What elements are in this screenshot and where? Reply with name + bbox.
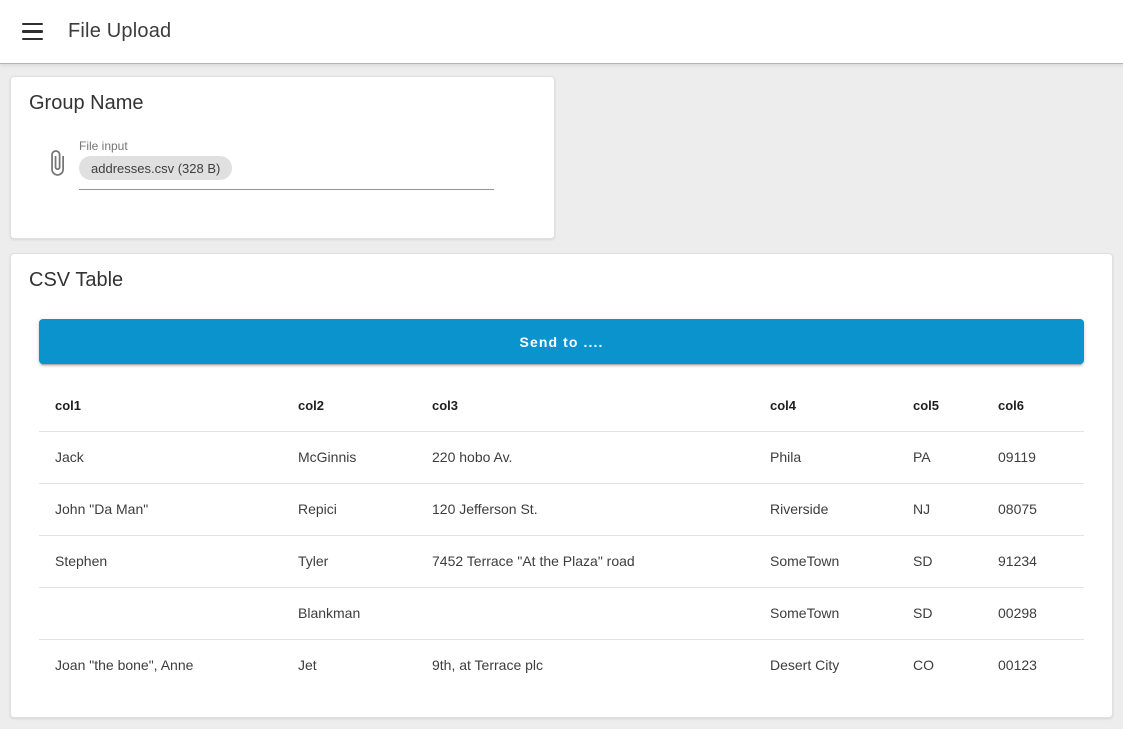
table-cell: 7452 Terrace "At the Plaza" road: [416, 535, 754, 587]
column-header-col3: col3: [416, 381, 754, 431]
file-input[interactable]: File input addresses.csv (328 B): [79, 140, 494, 190]
table-cell: 120 Jefferson St.: [416, 483, 754, 535]
table-cell: PA: [897, 431, 982, 483]
table-cell: 220 hobo Av.: [416, 431, 754, 483]
table-cell: Joan "the bone", Anne: [39, 639, 282, 691]
file-chip[interactable]: addresses.csv (328 B): [79, 156, 232, 180]
csv-table-card: CSV Table Send to .... col1 col2 col3 co…: [10, 253, 1113, 718]
table-cell: SD: [897, 535, 982, 587]
table-cell: 09119: [982, 431, 1084, 483]
table-cell: 91234: [982, 535, 1084, 587]
menu-icon: [22, 18, 43, 46]
table-cell: Jet: [282, 639, 416, 691]
table-cell: Riverside: [754, 483, 897, 535]
table-cell: Jack: [39, 431, 282, 483]
table-cell: SD: [897, 587, 982, 639]
file-input-underline: [79, 189, 494, 190]
csv-table-body: Jack McGinnis 220 hobo Av. Phila PA 0911…: [39, 431, 1084, 691]
table-cell: NJ: [897, 483, 982, 535]
table-cell: Phila: [754, 431, 897, 483]
table-cell: 00298: [982, 587, 1084, 639]
column-header-col2: col2: [282, 381, 416, 431]
table-cell: 9th, at Terrace plc: [416, 639, 754, 691]
csv-table-card-title: CSV Table: [11, 254, 1112, 292]
file-chip-label: addresses.csv (328 B): [91, 161, 220, 176]
app-bar-title: File Upload: [68, 20, 171, 43]
table-row: John "Da Man" Repici 120 Jefferson St. R…: [39, 483, 1084, 535]
table-cell: John "Da Man": [39, 483, 282, 535]
table-cell: McGinnis: [282, 431, 416, 483]
table-cell: [39, 587, 282, 639]
table-cell: Blankman: [282, 587, 416, 639]
table-row: Stephen Tyler 7452 Terrace "At the Plaza…: [39, 535, 1084, 587]
file-input-label: File input: [79, 140, 494, 152]
table-cell: Tyler: [282, 535, 416, 587]
table-cell: Desert City: [754, 639, 897, 691]
table-row: Jack McGinnis 220 hobo Av. Phila PA 0911…: [39, 431, 1084, 483]
table-cell: SomeTown: [754, 535, 897, 587]
table-cell: Repici: [282, 483, 416, 535]
send-button[interactable]: Send to ....: [39, 319, 1084, 364]
app-bar: File Upload: [0, 0, 1123, 64]
table-cell: [416, 587, 754, 639]
table-row: Blankman SomeTown SD 00298: [39, 587, 1084, 639]
group-name-card-title: Group Name: [11, 77, 554, 115]
group-name-card: Group Name File input addresses.csv (328…: [10, 76, 555, 239]
column-header-col6: col6: [982, 381, 1084, 431]
column-header-col5: col5: [897, 381, 982, 431]
table-cell: Stephen: [39, 535, 282, 587]
table-cell: CO: [897, 639, 982, 691]
column-header-col4: col4: [754, 381, 897, 431]
table-cell: 00123: [982, 639, 1084, 691]
csv-table-header: col1 col2 col3 col4 col5 col6: [39, 381, 1084, 431]
header-row: col1 col2 col3 col4 col5 col6: [39, 381, 1084, 431]
menu-button[interactable]: [8, 8, 56, 56]
csv-table: col1 col2 col3 col4 col5 col6 Jack McGin…: [39, 381, 1084, 691]
table-cell: SomeTown: [754, 587, 897, 639]
column-header-col1: col1: [39, 381, 282, 431]
table-row: Joan "the bone", Anne Jet 9th, at Terrac…: [39, 639, 1084, 691]
paperclip-icon[interactable]: [43, 149, 71, 177]
table-cell: 08075: [982, 483, 1084, 535]
